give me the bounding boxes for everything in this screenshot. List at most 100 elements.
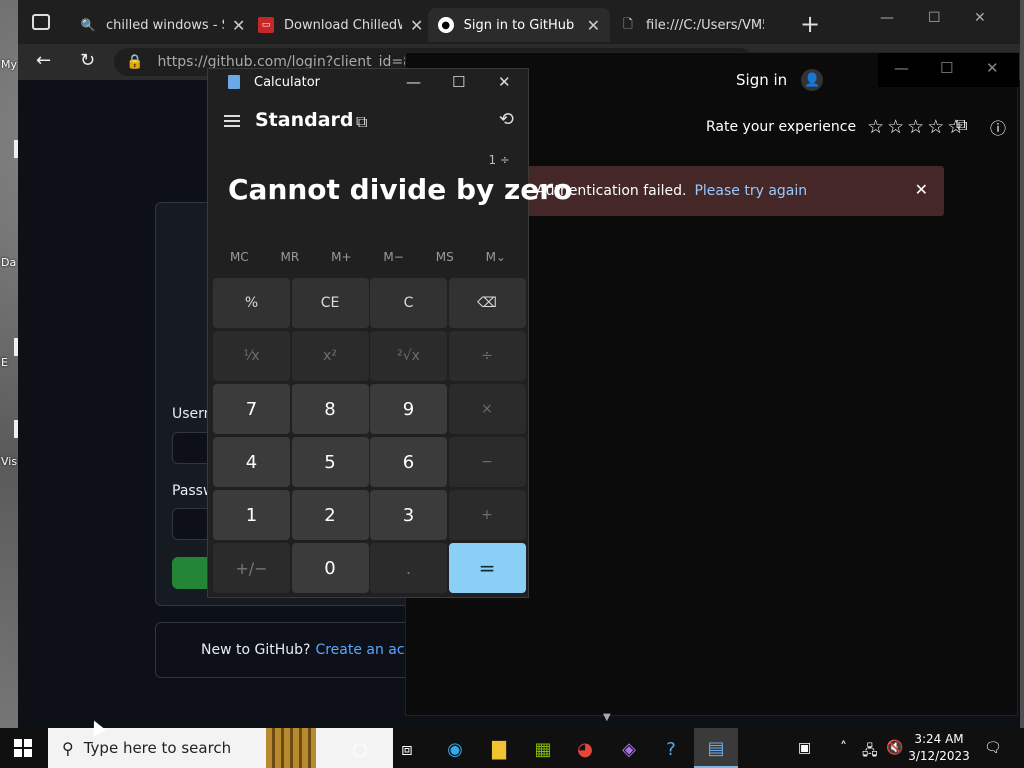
maximize-icon[interactable]: ☐	[452, 73, 465, 91]
back-arrow-icon[interactable]: ←	[36, 50, 51, 71]
desktop-icon-label[interactable]: E	[1, 356, 8, 369]
close-tab-icon[interactable]: ✕	[410, 16, 423, 35]
key-percent-button[interactable]: %	[213, 278, 290, 328]
create-account-box: New to GitHub? Create an accou	[155, 622, 425, 678]
key-eight-button[interactable]: 8	[291, 384, 369, 434]
key-one-button[interactable]: 1	[213, 490, 290, 540]
key-zero-button[interactable]: 0	[291, 543, 369, 593]
star-icon[interactable]: ☆	[907, 116, 924, 138]
calculator-window: Calculator — ☐ ✕ Standard ⧉ ⟲ 1 ÷ Cannot…	[207, 68, 572, 598]
rate-label: Rate your experience	[706, 119, 857, 135]
desktop-icon-label[interactable]: Vis	[1, 455, 17, 468]
search-icon: 🔍	[80, 18, 96, 32]
key-four-button[interactable]: 4	[213, 437, 290, 487]
sign-in-button[interactable]	[172, 557, 212, 589]
key-add-button[interactable]: +	[448, 490, 526, 540]
history-icon[interactable]: ⟲	[499, 109, 514, 130]
calculator-title: Calculator	[254, 74, 321, 90]
key-divide-button[interactable]: ÷	[448, 331, 526, 381]
share-icon[interactable]: ⧉	[956, 115, 967, 135]
maximize-icon[interactable]: ☐	[928, 10, 941, 26]
close-tab-icon[interactable]: ✕	[587, 16, 600, 35]
rate-experience: Rate your experience ☆ ☆ ☆ ☆ ☆	[706, 116, 964, 138]
memory-subtract-button[interactable]: M−	[383, 250, 403, 264]
sign-in-link[interactable]: Sign in 👤	[736, 69, 824, 91]
maximize-icon[interactable]: ☐	[940, 59, 953, 77]
windows-start-icon[interactable]	[14, 739, 32, 757]
key-subtract-button[interactable]: −	[448, 437, 526, 487]
key-square-button[interactable]: x²	[291, 331, 369, 381]
memory-add-button[interactable]: M+	[331, 250, 351, 264]
menu-icon[interactable]	[224, 115, 240, 127]
tab-search[interactable]: 🔍 chilled windows - Sea ✕	[70, 8, 255, 42]
chrome-icon[interactable]: ◕	[572, 736, 598, 762]
lock-icon: 🔒	[126, 54, 144, 70]
chevron-up-icon[interactable]: ˄	[840, 740, 847, 756]
memory-store-button[interactable]: MS	[436, 250, 454, 264]
close-tab-icon[interactable]: ✕	[232, 16, 245, 35]
key-three-button[interactable]: 3	[370, 490, 447, 540]
microsoft-store-icon[interactable]: ▦	[530, 736, 556, 762]
memory-row: MC MR M+ M− MS M⌄	[208, 250, 528, 264]
calculator-taskbar-button[interactable]: ▤	[694, 728, 738, 768]
notifications-icon[interactable]: 🗨	[984, 740, 1002, 756]
close-icon[interactable]: ✕	[986, 59, 999, 77]
clock-date: 3/12/2023	[908, 749, 970, 763]
close-icon[interactable]: ✕	[974, 10, 986, 26]
key-five-button[interactable]: 5	[291, 437, 369, 487]
minimize-icon[interactable]: —	[406, 73, 421, 91]
desktop-icon-label[interactable]: My	[1, 58, 17, 71]
tab-actions-icon[interactable]	[32, 14, 50, 30]
key-nine-button[interactable]: 9	[370, 384, 447, 434]
key-equals-button[interactable]: =	[448, 543, 526, 593]
memory-recall-button[interactable]: MR	[281, 250, 300, 264]
news-icon[interactable]: ▣	[798, 740, 811, 756]
download-page-icon: ▭	[258, 17, 274, 33]
key-negate-button[interactable]: +/−	[213, 543, 290, 593]
visual-studio-icon[interactable]: ◈	[616, 736, 642, 762]
scroll-down-icon[interactable]: ▼	[603, 712, 611, 723]
file-explorer-icon[interactable]: ▇	[486, 736, 512, 762]
memory-clear-button[interactable]: MC	[230, 250, 249, 264]
close-icon[interactable]: ✕	[498, 73, 511, 91]
clock-time: 3:24 AM	[914, 732, 964, 746]
key-multiply-button[interactable]: ×	[448, 384, 526, 434]
key-clear-button[interactable]: C	[370, 278, 447, 328]
search-placeholder: Type here to search	[83, 739, 232, 757]
tab-download[interactable]: ▭ Download ChilledWin ✕	[248, 8, 433, 42]
feedback-titlebar: — ☐ ✕	[878, 53, 1019, 87]
key-clear-entry-button[interactable]: CE	[291, 278, 369, 328]
network-icon[interactable]: 🖧	[862, 740, 878, 764]
minimize-icon[interactable]: —	[880, 10, 894, 26]
tab-file[interactable]: 🗋 file:///C:/Users/VM5/	[610, 8, 774, 42]
key-seven-button[interactable]: 7	[213, 384, 290, 434]
memory-list-button[interactable]: M⌄	[486, 250, 506, 264]
taskbar-search-box[interactable]: ⚲ Type here to search	[48, 728, 393, 768]
star-icon[interactable]: ☆	[887, 116, 904, 138]
star-icon[interactable]: ☆	[927, 116, 944, 138]
retry-link[interactable]: Please try again	[694, 183, 807, 199]
dismiss-icon[interactable]: ✕	[915, 180, 928, 199]
edge-icon[interactable]: ◉	[442, 736, 468, 762]
minimize-icon[interactable]: —	[894, 59, 909, 77]
refresh-icon[interactable]: ↻	[80, 50, 95, 71]
desktop-icon-label[interactable]: Da	[1, 256, 16, 269]
tab-github-signin[interactable]: ● Sign in to GitHub · Git ✕	[428, 8, 610, 42]
cortana-icon[interactable]: ○	[347, 736, 373, 762]
new-tab-button[interactable]: +	[800, 10, 820, 38]
task-view-icon[interactable]: ⧈	[394, 736, 420, 762]
keep-on-top-icon[interactable]: ⧉	[356, 112, 367, 132]
tab-title: Sign in to GitHub · Git	[463, 17, 579, 33]
key-decimal-button[interactable]: .	[370, 543, 447, 593]
search-highlight-image[interactable]	[266, 728, 316, 768]
key-two-button[interactable]: 2	[291, 490, 369, 540]
info-icon[interactable]: ⓘ	[990, 115, 1006, 139]
volume-icon[interactable]: 🔇	[886, 740, 903, 756]
quick-assist-icon[interactable]: ?	[658, 736, 684, 762]
key-reciprocal-button[interactable]: ¹⁄x	[213, 331, 290, 381]
key-six-button[interactable]: 6	[370, 437, 447, 487]
system-clock[interactable]: 3:24 AM 3/12/2023	[906, 731, 972, 765]
star-icon[interactable]: ☆	[867, 116, 884, 138]
key-square-root-button[interactable]: ²√x	[370, 331, 447, 381]
key-backspace-button[interactable]: ⌫	[448, 278, 526, 328]
